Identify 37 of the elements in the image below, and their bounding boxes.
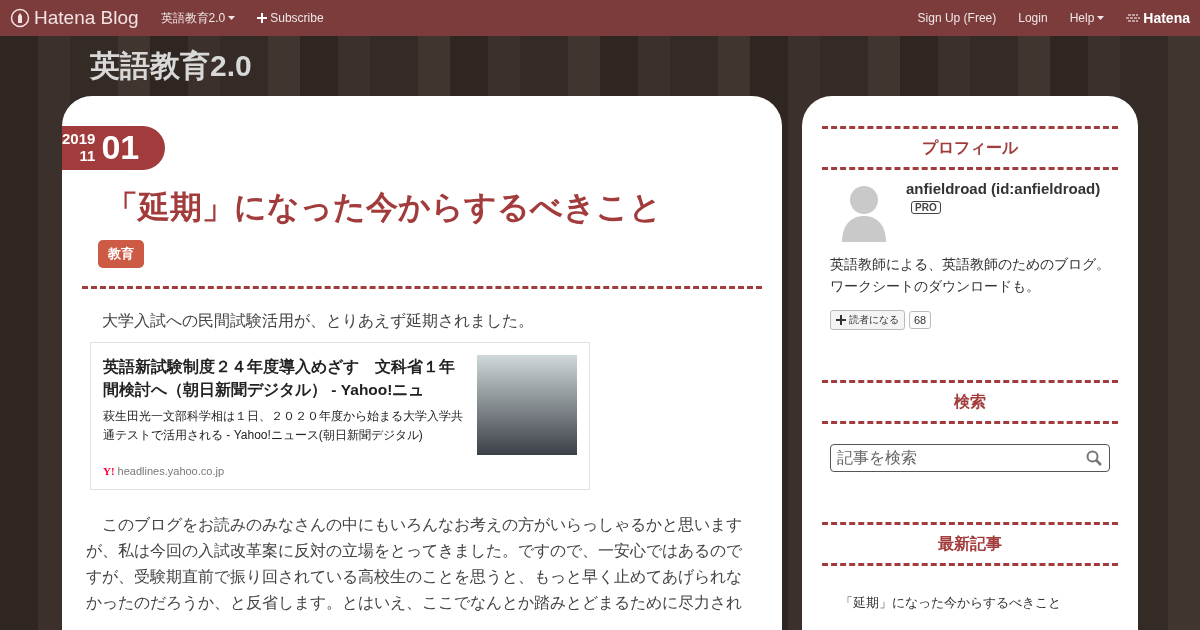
link-card-domain: headlines.yahoo.co.jp xyxy=(117,465,225,477)
link-card[interactable]: 英語新試験制度２４年度導入めざす 文科省１年間検討へ（朝日新聞デジタル） - Yahoo!ニュ 萩生田光一文部科学相は１日、２０２０年度から始まる大学入学共通テストで活用される - Yahoo!ニュース(朝日新聞デジタル) Y! headlines.yahoo.co.jp xyxy=(90,342,590,490)
profile-description: 英語教師による、英語教師のためのブログ。ワークシートのダウンロードも。 xyxy=(830,256,1111,296)
subscribe-link[interactable]: Subscribe xyxy=(257,11,324,25)
date-year: 2019 xyxy=(62,131,96,148)
nav-link[interactable]: Login xyxy=(1018,11,1048,25)
entry-text: 大学入試への民間試験活用が、とりあえず延期されました。 xyxy=(101,311,535,331)
section-heading: 最新記事 xyxy=(937,534,1003,554)
blog-menu[interactable]: 英語教育2.0 xyxy=(160,9,236,27)
nav-link[interactable]: Sign Up (Free) xyxy=(917,11,997,25)
site-favicon: Y! xyxy=(103,465,115,477)
reader-count: 68 xyxy=(909,311,932,329)
entry-title[interactable]: 「延期」になった今からするべきこと xyxy=(106,186,762,230)
date-day: 01 xyxy=(101,130,140,164)
section-heading: 検索 xyxy=(953,392,987,412)
category-tag[interactable]: 教育 xyxy=(98,240,144,268)
hatena-blog-logo[interactable]: Hatena Blog xyxy=(10,7,139,29)
pen-icon xyxy=(10,8,30,28)
plus-icon xyxy=(836,315,846,325)
link-card-description: 萩生田光一文部科学相は１日、２０２０年度から始まる大学入学共通テストで活用される - Yahoo!ニュース(朝日新聞デジタル) xyxy=(103,408,463,444)
caret-icon xyxy=(1097,16,1105,20)
lines-icon xyxy=(1126,13,1141,23)
pro-badge: PRO xyxy=(911,201,941,214)
subscribe-button[interactable]: 読者になる xyxy=(830,310,905,330)
entry-text: このブログをお読みのみなさんの中にもいろんなお考えの方がいらっしゃるかと思いますが、私は今回の入試改革案に反対の立場をとってきました。ですので、一安心ではあるのですが、受験期直前で振り回されている高校生のことを思うと、もっと早く止めてあげられなかったのだろうか、と反省します。とはいえ、ここでなんとか踏みとどまるために尽力され xyxy=(86,515,743,613)
search-icon[interactable] xyxy=(1086,450,1102,466)
caret-icon xyxy=(228,16,236,20)
hatena-logo[interactable]: Hatena xyxy=(1126,10,1190,26)
section-heading: プロフィール xyxy=(921,138,1019,158)
link-card-title: 英語新試験制度２４年度導入めざす 文科省１年間検討へ（朝日新聞デジタル） - Yahoo!ニュ xyxy=(103,357,456,400)
recent-entry-link[interactable]: 「延期」になった今からするべきこと xyxy=(840,594,1118,612)
plus-icon xyxy=(257,13,268,23)
blog-title[interactable]: 英語教育2.0 xyxy=(90,46,1200,96)
profile-name[interactable]: anfieldroad (id:anfieldroad) xyxy=(906,180,1101,197)
search-field[interactable]: 記事を検索 xyxy=(830,444,1110,472)
help-menu[interactable]: Help xyxy=(1069,11,1105,25)
date-month: 11 xyxy=(79,147,96,164)
